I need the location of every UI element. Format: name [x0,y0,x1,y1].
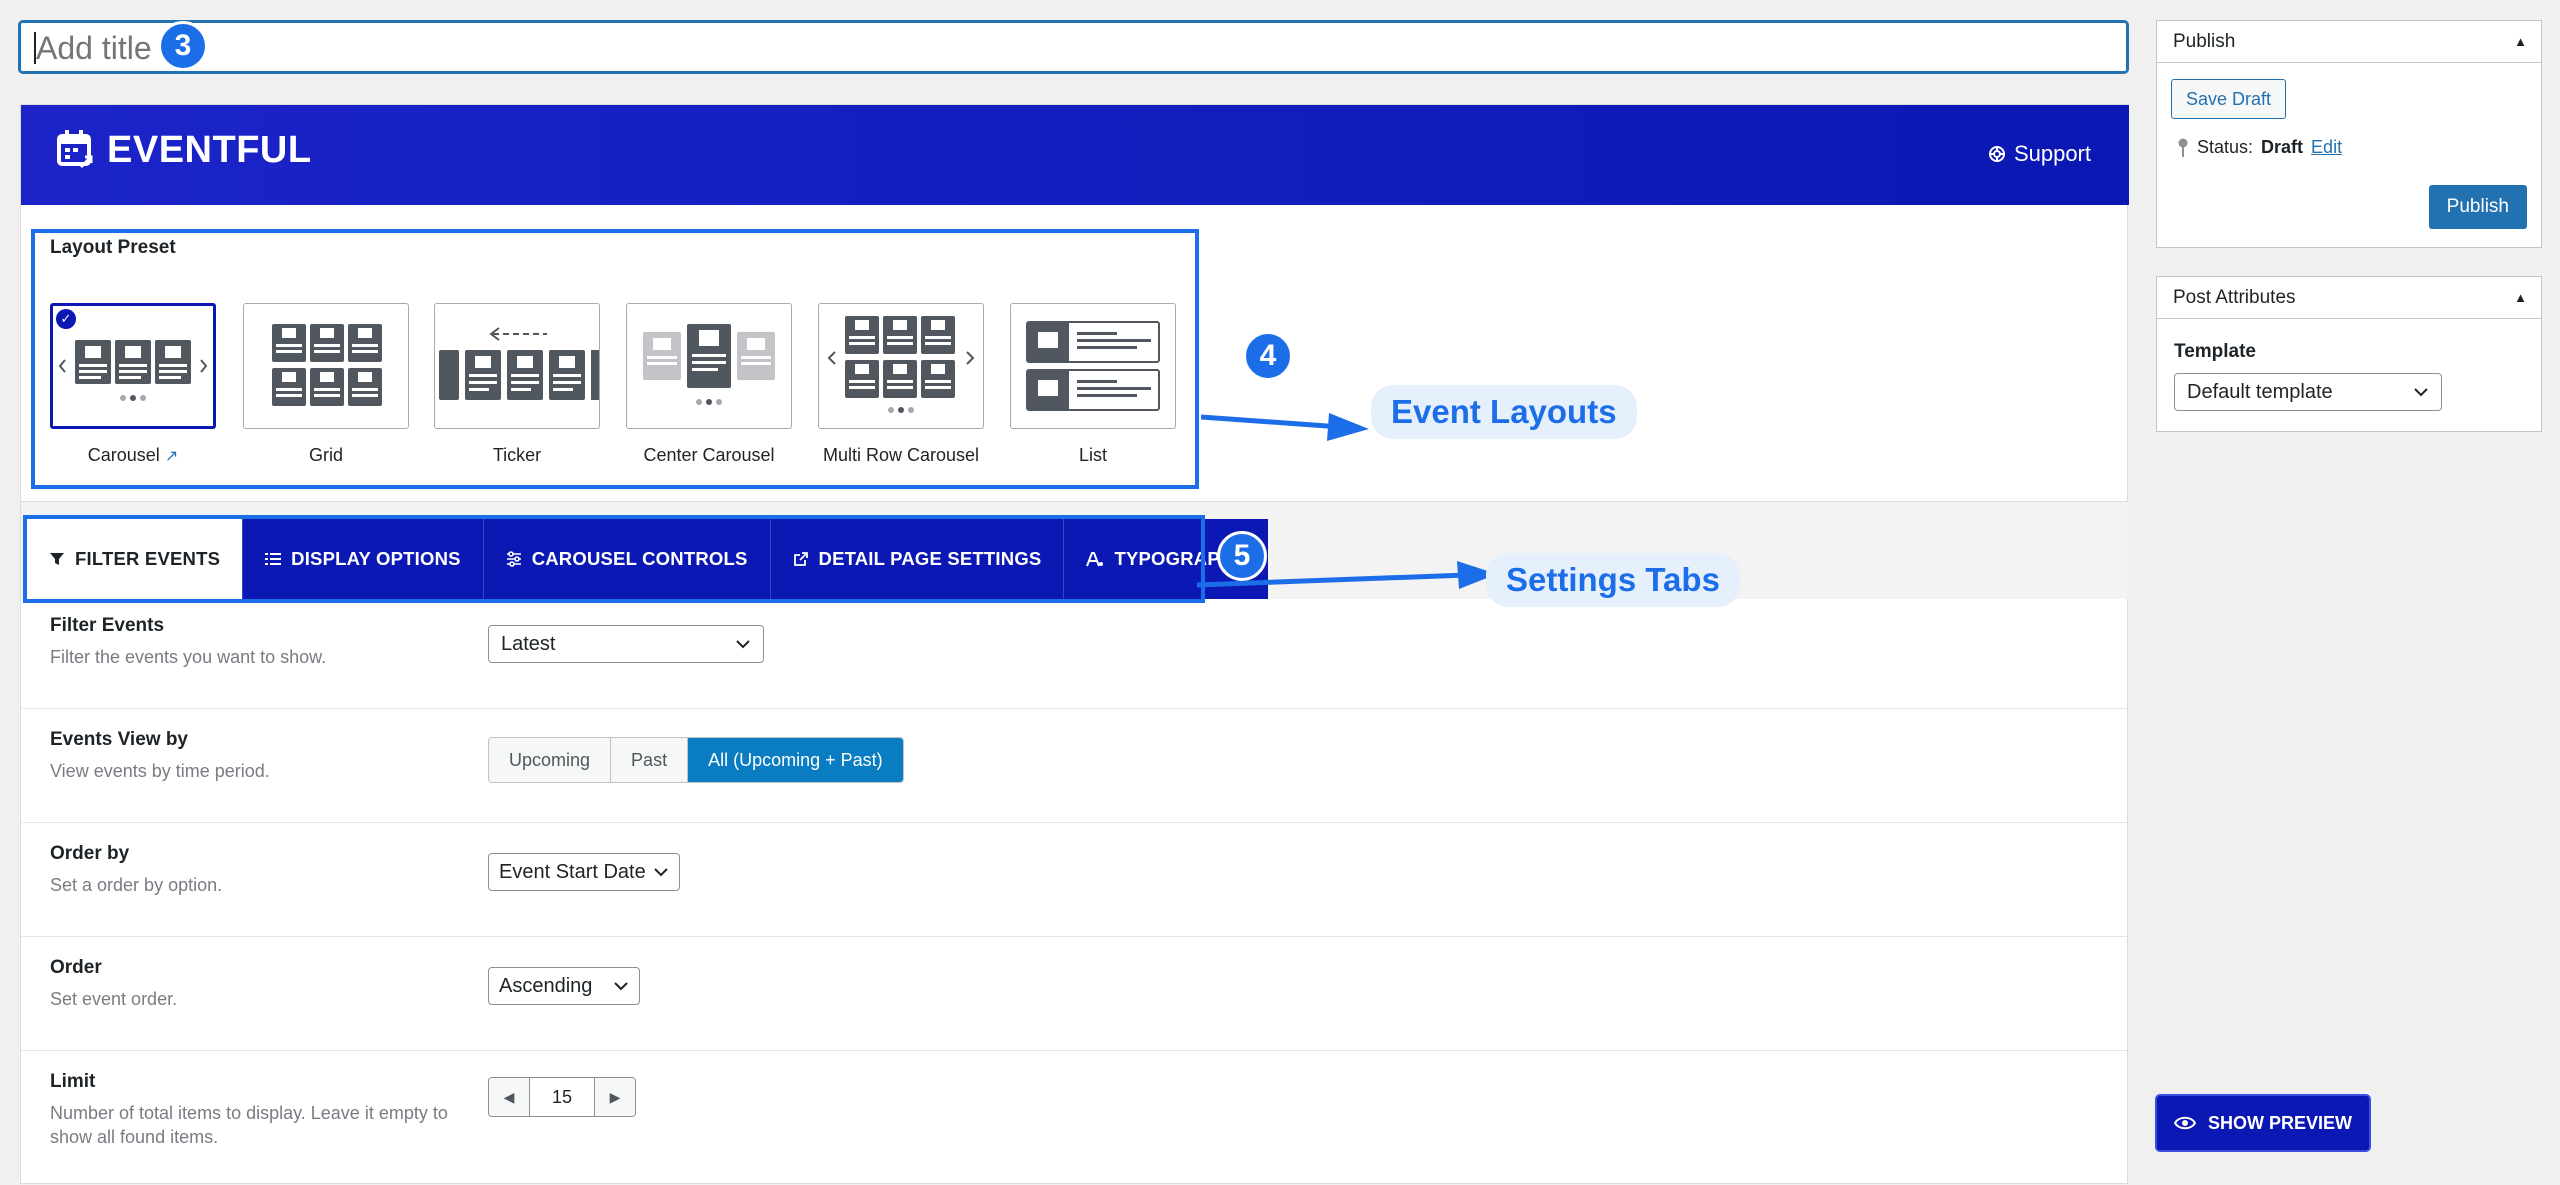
layout-preset-heading: Layout Preset [50,237,176,258]
template-label: Template [2174,341,2257,362]
save-draft-button[interactable]: Save Draft [2171,79,2287,119]
events-view-by-segmented: Upcoming Past All (Upcoming + Past) [488,737,904,783]
setting-description: Set event order. [50,989,178,1009]
post-title-field[interactable] [18,20,2129,74]
chevron-down-icon [654,868,668,877]
segment-all[interactable]: All (Upcoming + Past) [688,738,903,782]
preset-grid[interactable] [243,303,409,429]
setting-title: Order [50,957,102,978]
setting-row-limit: Limit Number of total items to display. … [21,1051,2129,1185]
lifebuoy-icon [1988,146,2005,162]
setting-description: Filter the events you want to show. [50,647,327,667]
publish-button[interactable]: Publish [2428,185,2527,229]
setting-description: Set a order by option. [50,875,223,895]
preset-grid-label[interactable]: Grid [243,445,409,466]
setting-title: Order by [50,843,130,864]
preset-multi-row-carousel[interactable] [818,303,984,429]
decrement-button[interactable]: ◀ [489,1078,529,1116]
preset-list-label[interactable]: List [1010,445,1176,466]
status-value: Draft [2261,137,2304,157]
caret-up-icon[interactable]: ▲ [2514,34,2527,49]
order-by-select[interactable]: Event Start Date [488,853,680,891]
setting-description: View events by time period. [50,761,270,781]
chevron-down-icon [614,982,628,991]
preset-carousel[interactable]: ✓ [50,303,216,429]
carousel-preset-icon [58,340,208,401]
center-carousel-preset-icon [643,324,775,405]
limit-value[interactable]: 15 [529,1078,595,1116]
pin-icon [2178,138,2188,157]
setting-row-order-by: Order by Set a order by option. Event St… [21,823,2129,937]
publish-box-title: Publish [2173,30,2236,52]
publish-box-header[interactable]: Publish ▲ [2157,21,2541,63]
increment-button[interactable]: ▶ [595,1078,635,1116]
support-link[interactable]: Support [1988,141,2091,167]
edit-status-link[interactable]: Edit [2311,137,2342,158]
multi-row-carousel-preset-icon [827,316,975,413]
setting-row-order: Order Set event order. Ascending [21,937,2129,1051]
setting-title: Events View by [50,729,188,750]
brand-name: EVENTFUL [107,128,312,171]
annotation-badge-3: 3 [158,21,208,71]
show-preview-button[interactable]: SHOW PREVIEW [2157,1096,2369,1150]
text-caret [34,32,36,64]
preset-center-carousel-label[interactable]: Center Carousel [626,445,792,466]
ticker-preset-icon [439,327,599,400]
selected-check-icon: ✓ [56,309,76,329]
preset-carousel-label[interactable]: Carousel ↗ [50,445,216,466]
grid-preset-icon [272,324,382,406]
setting-row-events-view-by: Events View by View events by time perio… [21,709,2129,823]
post-attributes-title: Post Attributes [2173,286,2296,308]
preset-center-carousel[interactable] [626,303,792,429]
post-title-input[interactable] [34,28,1834,68]
publish-box: Publish ▲ Save Draft Status: Draft Edit … [2156,20,2542,248]
support-label: Support [2013,141,2091,166]
caret-up-icon[interactable]: ▲ [2514,290,2527,305]
setting-description: Number of total items to display. Leave … [50,1103,448,1147]
chevron-down-icon [736,640,750,649]
template-select[interactable]: Default template [2174,373,2442,411]
event-layouts-callout: Event Layouts [1371,385,1637,439]
preset-ticker-label[interactable]: Ticker [434,445,600,466]
segment-past[interactable]: Past [611,738,689,782]
preset-ticker[interactable] [434,303,600,429]
annotation-badge-4: 4 [1243,331,1293,381]
limit-stepper: ◀ 15 ▶ [488,1077,636,1117]
eventful-settings-panel: EVENTFUL Support Layout Preset ✓ Carouse… [20,104,2129,1185]
post-attributes-header[interactable]: Post Attributes ▲ [2157,277,2541,319]
settings-tabs-highlight [23,515,1205,603]
post-attributes-box: Post Attributes ▲ Template Default templ… [2156,276,2542,432]
preset-list[interactable] [1010,303,1176,429]
calendar-logo-icon [57,130,93,169]
eventful-header: EVENTFUL Support [21,105,2129,205]
eye-icon [2173,1116,2196,1130]
callout-arrow [1197,561,1497,589]
post-status: Status: Draft Edit [2177,137,2342,158]
order-select[interactable]: Ascending [488,967,640,1005]
list-preset-icon [1026,321,1160,411]
setting-row-filter-events: Filter Events Filter the events you want… [21,595,2129,709]
setting-title: Limit [50,1071,96,1092]
callout-arrow [1201,413,1369,441]
setting-title: Filter Events [50,615,165,636]
chevron-down-icon [2414,388,2428,397]
preset-multi-row-carousel-label[interactable]: Multi Row Carousel [818,445,984,466]
brand-logo: EVENTFUL [55,127,312,173]
segment-upcoming[interactable]: Upcoming [489,738,612,782]
filter-events-select[interactable]: Latest [488,625,764,663]
external-link-icon: ↗ [164,448,179,465]
